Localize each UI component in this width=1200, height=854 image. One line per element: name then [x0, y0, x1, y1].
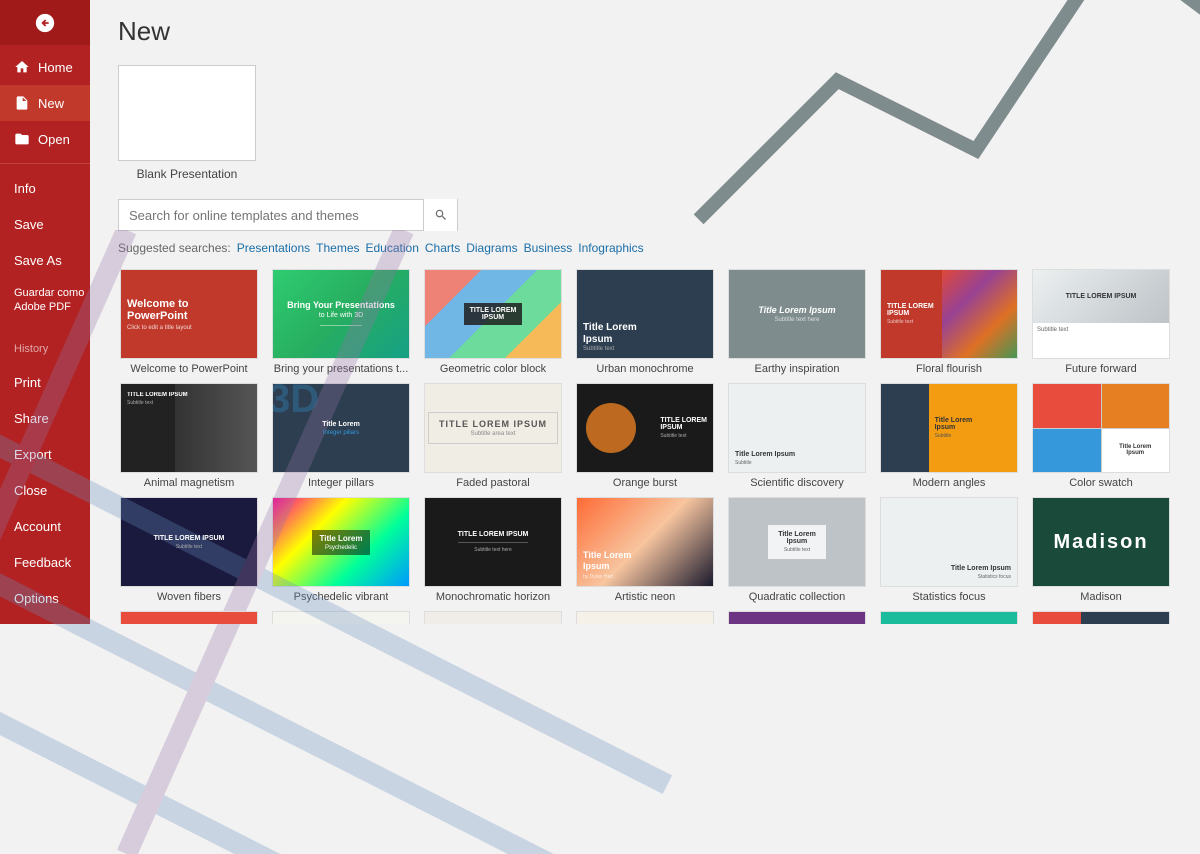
- template-modern-label: Modern angles: [913, 477, 986, 489]
- template-future-label: Future forward: [1065, 363, 1137, 375]
- template-quotable[interactable]: Quotable Quotable: [878, 611, 1020, 624]
- main-content: New Blank Presentation Suggested searche…: [90, 0, 1200, 624]
- blank-presentation-label: Blank Presentation: [118, 167, 256, 181]
- search-box: [118, 199, 458, 231]
- template-colorswatch[interactable]: Title LoremIpsum Color swatch: [1030, 383, 1172, 489]
- template-berlin[interactable]: Berlin Berlin: [1030, 611, 1172, 624]
- search-button[interactable]: [423, 199, 457, 231]
- template-colorswatch-label: Color swatch: [1069, 477, 1133, 489]
- sidebar-item-new[interactable]: New: [0, 85, 90, 121]
- template-modern[interactable]: Title LoremIpsum Subtitle Modern angles: [878, 383, 1020, 489]
- sidebar-item-open[interactable]: Open: [0, 121, 90, 157]
- template-statistics-label: Statistics focus: [912, 591, 985, 603]
- info-label: Info: [14, 181, 36, 196]
- search-icon: [434, 208, 448, 222]
- template-woven[interactable]: TITLE LOREM IPSUM Subtitle text Woven fi…: [118, 497, 260, 603]
- template-atlas[interactable]: Atlas Atlas: [118, 611, 260, 624]
- sidebar-open-label: Open: [38, 132, 70, 147]
- back-button[interactable]: [0, 0, 90, 45]
- sidebar-home-label: Home: [38, 60, 73, 75]
- sidebar-item-info[interactable]: Info: [0, 170, 90, 206]
- template-madison[interactable]: Madison Madison: [1030, 497, 1172, 603]
- template-floral-label: Floral flourish: [916, 363, 982, 375]
- template-grid-row3: TITLE LOREM IPSUM Subtitle text Woven fi…: [118, 497, 1172, 603]
- search-input[interactable]: [119, 208, 423, 223]
- sidebar-item-home[interactable]: Home: [0, 49, 90, 85]
- template-madison-label: Madison: [1080, 591, 1122, 603]
- sidebar-new-label: New: [38, 96, 64, 111]
- template-statistics[interactable]: Title Lorem Ipsum Statistics focus Stati…: [878, 497, 1020, 603]
- blank-presentation-thumb[interactable]: [118, 65, 256, 161]
- template-floral[interactable]: TITLE LOREMIPSUM Subtitle text Floral fl…: [878, 269, 1020, 375]
